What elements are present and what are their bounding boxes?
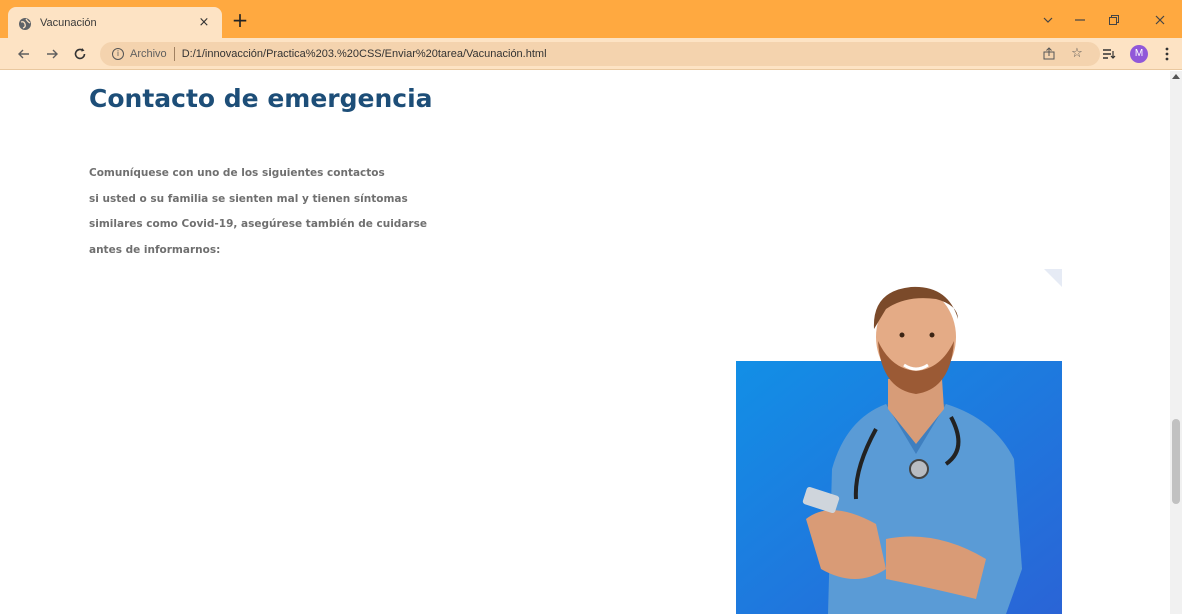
tab-title: Vacunación [40,16,97,29]
browser-tab[interactable]: Vacunación × [8,7,222,38]
paragraph-line: Comuníquese con uno de los siguientes co… [89,167,385,179]
scrollbar-thumb[interactable] [1172,419,1180,504]
divider [173,47,175,61]
reload-icon[interactable] [70,44,90,64]
back-icon[interactable] [14,44,34,64]
info-icon[interactable]: i [112,48,124,60]
star-icon[interactable]: ☆ [1068,45,1086,63]
more-icon[interactable] [1158,45,1176,63]
url-text[interactable]: D:/1/innovacción/Practica%203.%20CSS/Env… [182,48,547,60]
tab-strip: Vacunación × + [0,0,1182,38]
browser-toolbar: i Archivo D:/1/innovacción/Practica%203.… [0,38,1182,70]
forward-icon[interactable] [42,44,62,64]
restore-icon[interactable] [1102,10,1126,30]
reading-list-icon[interactable] [1100,45,1118,63]
close-icon[interactable]: × [196,15,212,31]
share-icon[interactable] [1040,45,1058,63]
globe-icon [18,16,32,30]
scroll-up-icon[interactable] [1172,74,1180,79]
chevron-down-icon[interactable] [1036,10,1060,30]
plus-icon[interactable]: + [230,10,250,31]
address-bar[interactable]: i Archivo D:/1/innovacción/Practica%203.… [100,42,1100,66]
paragraph-line: si usted o su familia se sienten mal y t… [89,192,408,205]
contact-description: Comuníquese con uno de los siguientes co… [89,161,429,263]
profile-avatar[interactable]: M [1130,45,1148,63]
doctor-image [736,269,1062,614]
paragraph-line: antes de informarnos: [89,243,221,256]
vertical-scrollbar[interactable] [1170,71,1182,614]
url-scheme-label: Archivo [130,48,167,60]
paragraph-line: similares como Covid-19, asegúrese tambi… [89,218,427,230]
page-content: Contacto de emergencia Comuníquese con u… [0,71,1170,614]
minimize-icon[interactable] [1068,10,1092,30]
page-title: Contacto de emergencia [89,84,433,113]
close-window-icon[interactable] [1148,10,1172,30]
